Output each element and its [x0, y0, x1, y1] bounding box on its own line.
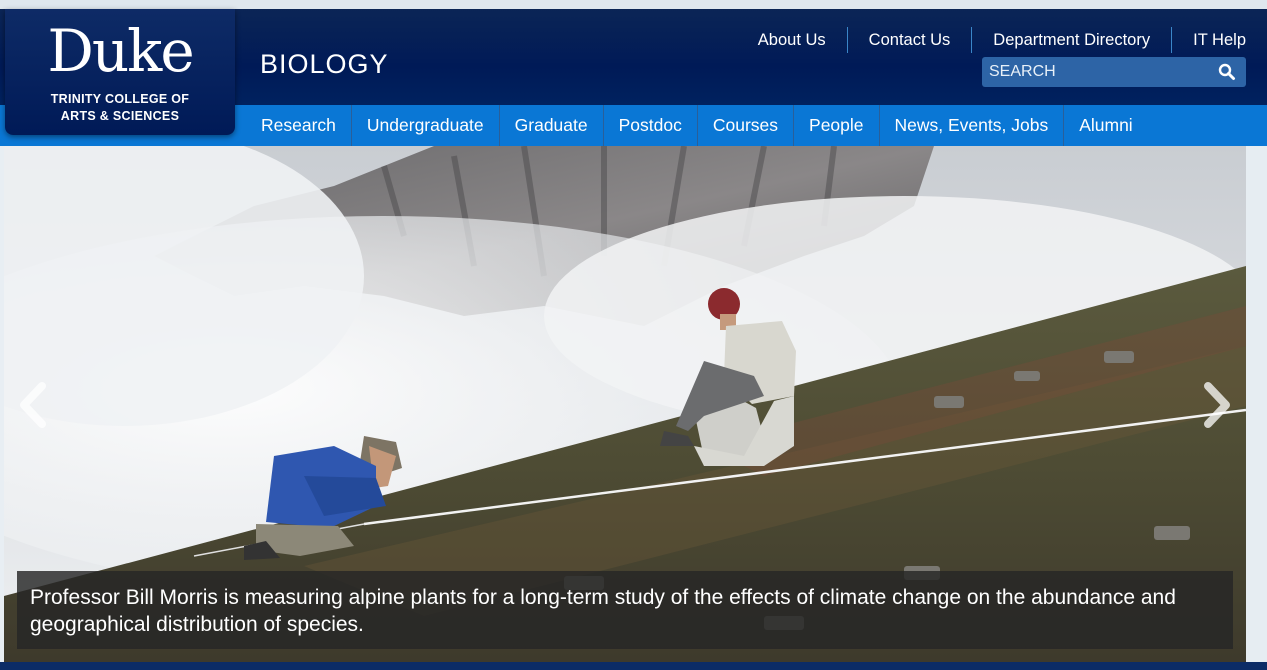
caption-text: Professor Bill Morris is measuring alpin… [30, 586, 1176, 636]
nav-item-courses[interactable]: Courses [698, 105, 795, 146]
site-title[interactable]: BIOLOGY [260, 49, 389, 80]
utility-link-department-directory[interactable]: Department Directory [971, 27, 1171, 53]
nav-item-alumni[interactable]: Alumni [1064, 105, 1148, 146]
chevron-left-icon [20, 382, 46, 428]
logo-subtitle-line2: ARTS & SCIENCES [60, 109, 180, 123]
chevron-right-icon [1204, 382, 1230, 428]
search-input[interactable] [982, 57, 1212, 87]
logo-wordmark: Duke [47, 17, 194, 85]
logo-subtitle-line1: TRINITY COLLEGE OF [50, 92, 190, 106]
nav-item-people[interactable]: People [794, 105, 880, 146]
nav-item-postdoc[interactable]: Postdoc [604, 105, 698, 146]
magnifier-icon[interactable] [1218, 63, 1236, 81]
carousel-caption: Professor Bill Morris is measuring alpin… [17, 571, 1233, 649]
nav-item-news-events-jobs[interactable]: News, Events, Jobs [880, 105, 1065, 146]
utility-link-contact-us[interactable]: Contact Us [846, 27, 972, 53]
carousel-prev-button[interactable] [14, 380, 54, 430]
nav-item-graduate[interactable]: Graduate [500, 105, 604, 146]
bottom-bar [0, 662, 1267, 670]
utility-nav: About Us Contact Us Department Directory… [737, 27, 1267, 53]
nav-item-undergraduate[interactable]: Undergraduate [352, 105, 500, 146]
top-strip [0, 0, 1267, 9]
carousel-next-button[interactable] [1196, 380, 1236, 430]
logo-subtitle: TRINITY COLLEGE OF ARTS & SCIENCES [5, 91, 235, 125]
utility-link-about-us[interactable]: About Us [737, 27, 847, 53]
nav-item-research[interactable]: Research [246, 105, 352, 146]
page-gutter [1246, 146, 1267, 662]
search-box [982, 57, 1246, 87]
utility-link-it-help[interactable]: IT Help [1171, 27, 1267, 53]
duke-logo[interactable]: Duke TRINITY COLLEGE OF ARTS & SCIENCES [5, 9, 235, 135]
